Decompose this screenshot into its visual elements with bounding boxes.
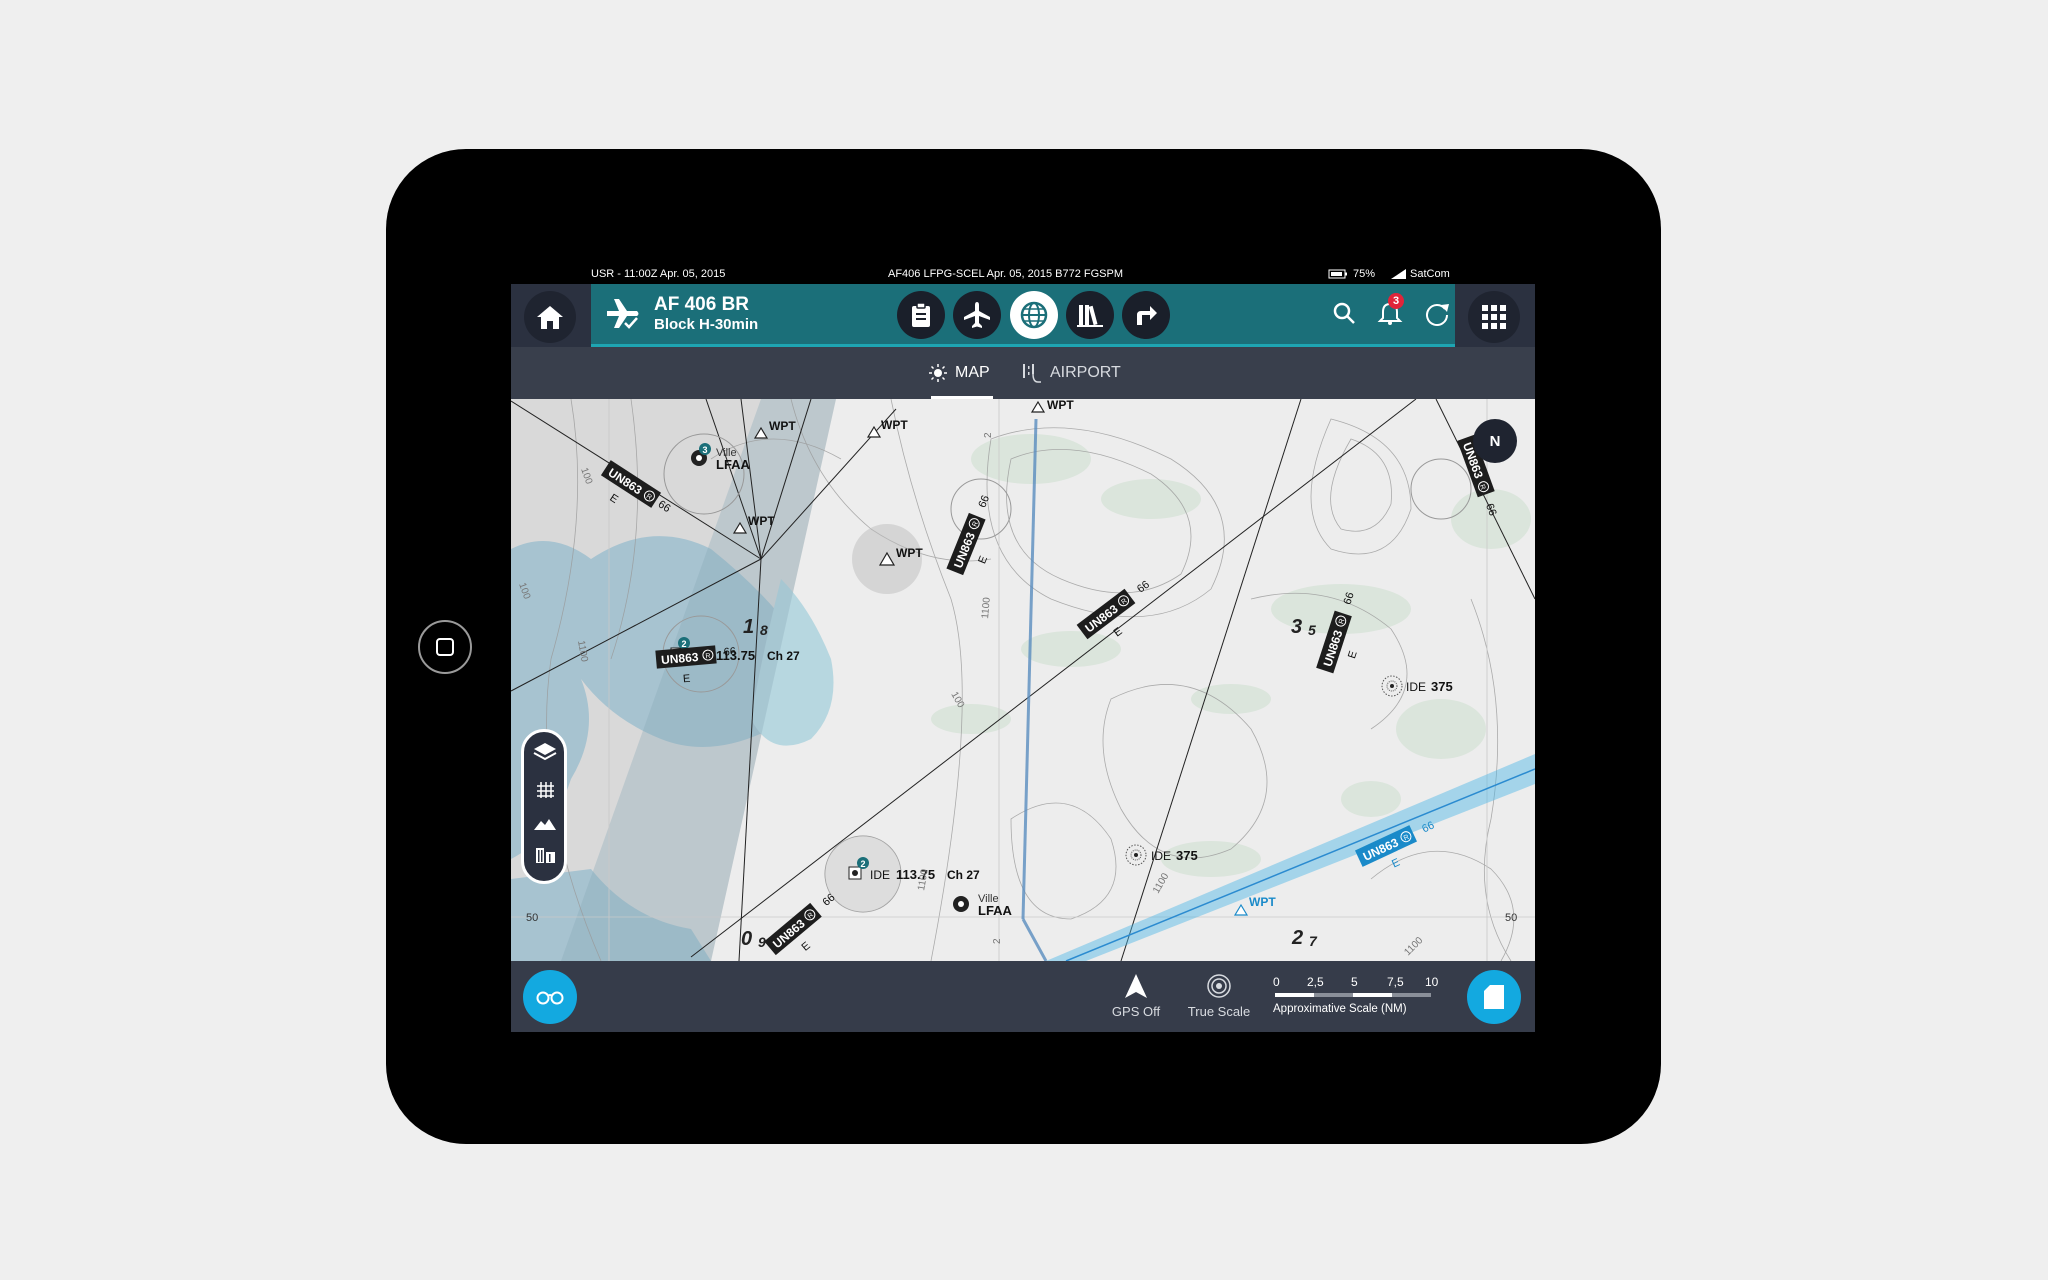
- battery-icon: [1328, 269, 1348, 282]
- gps-toggle[interactable]: GPS Off: [1112, 973, 1160, 1019]
- north-indicator[interactable]: N: [1473, 419, 1517, 463]
- target-icon: [1207, 974, 1231, 998]
- tab-bar: MAP AIRPORT: [511, 347, 1535, 399]
- vor-badge: 2: [681, 639, 686, 649]
- scale-tick: 10: [1425, 975, 1439, 989]
- svg-text:2: 2: [992, 938, 1003, 944]
- ndb-ident: IDE: [1151, 849, 1171, 863]
- scale-tick: 2,5: [1307, 975, 1324, 989]
- layer-panel: [521, 729, 567, 884]
- grid-mora: 0: [741, 928, 752, 950]
- waypoint-label[interactable]: WPT: [1047, 399, 1074, 412]
- document-button[interactable]: [1467, 970, 1521, 1024]
- aircraft-button[interactable]: [953, 291, 1001, 339]
- flight-header: AF 406 BR Block H-30min 3: [591, 284, 1455, 347]
- tab-map-label: MAP: [955, 364, 990, 381]
- grid-value: 50: [1505, 912, 1517, 924]
- location-arrow-icon: [1125, 974, 1147, 998]
- runway-icon: [1023, 364, 1041, 383]
- svg-text:5: 5: [1308, 622, 1316, 638]
- scale-tick: 5: [1351, 975, 1358, 989]
- waypoint-label[interactable]: WPT: [881, 418, 908, 432]
- svg-text:R: R: [705, 653, 711, 660]
- tab-map[interactable]: MAP: [929, 347, 990, 399]
- books-icon: [1077, 305, 1103, 327]
- status-center: AF406 LFPG-SCEL Apr. 05, 2015 B772 FGSPM: [888, 268, 1123, 280]
- airport-code: LFAA: [716, 457, 751, 472]
- flight-status-icon: [605, 297, 641, 336]
- scale-tick: 7,5: [1387, 975, 1404, 989]
- tab-active-indicator: [931, 396, 993, 399]
- map-view[interactable]: WPT WPT WPT WPT WPT WPT 3 Ville LFAA Vil…: [511, 399, 1535, 961]
- ndb-ident: IDE: [1406, 680, 1426, 694]
- map-button[interactable]: [1010, 291, 1058, 339]
- flight-level: 66: [723, 646, 736, 659]
- waypoint-label[interactable]: WPT: [748, 514, 775, 528]
- device-home-button[interactable]: [418, 620, 472, 674]
- globe-icon: [1020, 301, 1048, 329]
- svg-text:9: 9: [758, 934, 766, 950]
- grid-mora: 2: [1291, 927, 1303, 949]
- waypoint-label[interactable]: WPT: [896, 546, 923, 560]
- vor-channel: Ch 27: [947, 868, 980, 882]
- share-icon: [1137, 306, 1157, 325]
- airport-badge: 3: [702, 445, 707, 455]
- clipboard-icon: [912, 302, 930, 327]
- buildings-icon[interactable]: [535, 844, 557, 869]
- scale-tick: 0: [1273, 975, 1280, 989]
- tab-airport[interactable]: AIRPORT: [1022, 347, 1121, 399]
- app-screen: USR - 11:00Z Apr. 05, 2015 AF406 LFPG-SC…: [511, 264, 1535, 1032]
- document-icon: [1484, 985, 1504, 1009]
- block-time: Block H-30min: [654, 316, 759, 333]
- sun-icon: [929, 364, 947, 382]
- status-bar: USR - 11:00Z Apr. 05, 2015 AF406 LFPG-SC…: [511, 264, 1535, 284]
- terrain-icon[interactable]: [533, 817, 557, 836]
- true-scale-label: True Scale: [1187, 1004, 1251, 1019]
- ndb-frequency: 375: [1431, 679, 1453, 694]
- grid-icon: [1482, 305, 1506, 329]
- notification-badge: 3: [1388, 293, 1404, 309]
- search-icon[interactable]: [1332, 301, 1356, 330]
- airway-direction: E: [682, 673, 690, 686]
- svg-text:2: 2: [983, 432, 994, 438]
- grid-value: 50: [526, 912, 538, 924]
- vor-channel: Ch 27: [767, 649, 800, 663]
- waypoint-label[interactable]: WPT: [769, 419, 796, 433]
- checklist-button[interactable]: [897, 291, 945, 339]
- sync-icon[interactable]: [1423, 299, 1451, 332]
- svg-text:7: 7: [1309, 933, 1318, 949]
- vor-badge: 2: [860, 859, 865, 869]
- apps-button[interactable]: [1468, 291, 1520, 343]
- grid-toggle-icon[interactable]: [535, 780, 555, 805]
- scale-bar: 0 2,5 5 7,5 10 Approximative Scale (NM): [1273, 975, 1453, 1025]
- svg-text:1100: 1100: [980, 596, 993, 619]
- grid-mora: 1: [743, 616, 754, 638]
- status-left: USR - 11:00Z Apr. 05, 2015: [591, 268, 726, 280]
- departure-button[interactable]: [1122, 291, 1170, 339]
- flight-number: AF 406 BR: [654, 294, 750, 315]
- home-icon: [537, 306, 563, 329]
- airport-code: LFAA: [978, 903, 1013, 918]
- signal-icon: [1391, 269, 1407, 282]
- library-button[interactable]: [1066, 291, 1114, 339]
- airplane-icon: [964, 302, 990, 328]
- true-scale-toggle[interactable]: True Scale: [1187, 973, 1251, 1019]
- top-bar: AF 406 BR Block H-30min 3: [511, 284, 1535, 347]
- ndb-frequency: 375: [1176, 848, 1198, 863]
- glasses-icon: [536, 991, 564, 1005]
- scale-title: Approximative Scale (NM): [1273, 1003, 1407, 1015]
- network-label: SatCom: [1410, 268, 1450, 280]
- home-button[interactable]: [524, 291, 576, 343]
- waypoint-label[interactable]: WPT: [1249, 895, 1276, 909]
- bottom-bar: GPS Off True Scale 0 2,5 5 7,5 10 Approx…: [511, 961, 1535, 1032]
- grid-mora: 3: [1291, 616, 1302, 638]
- glasses-button[interactable]: [523, 970, 577, 1024]
- tab-airport-label: AIRPORT: [1050, 364, 1121, 381]
- svg-text:8: 8: [760, 622, 768, 638]
- vor-ident: IDE: [870, 868, 890, 882]
- layers-icon[interactable]: [533, 741, 557, 768]
- battery-level: 75%: [1353, 268, 1376, 280]
- gps-label: GPS Off: [1111, 1004, 1161, 1019]
